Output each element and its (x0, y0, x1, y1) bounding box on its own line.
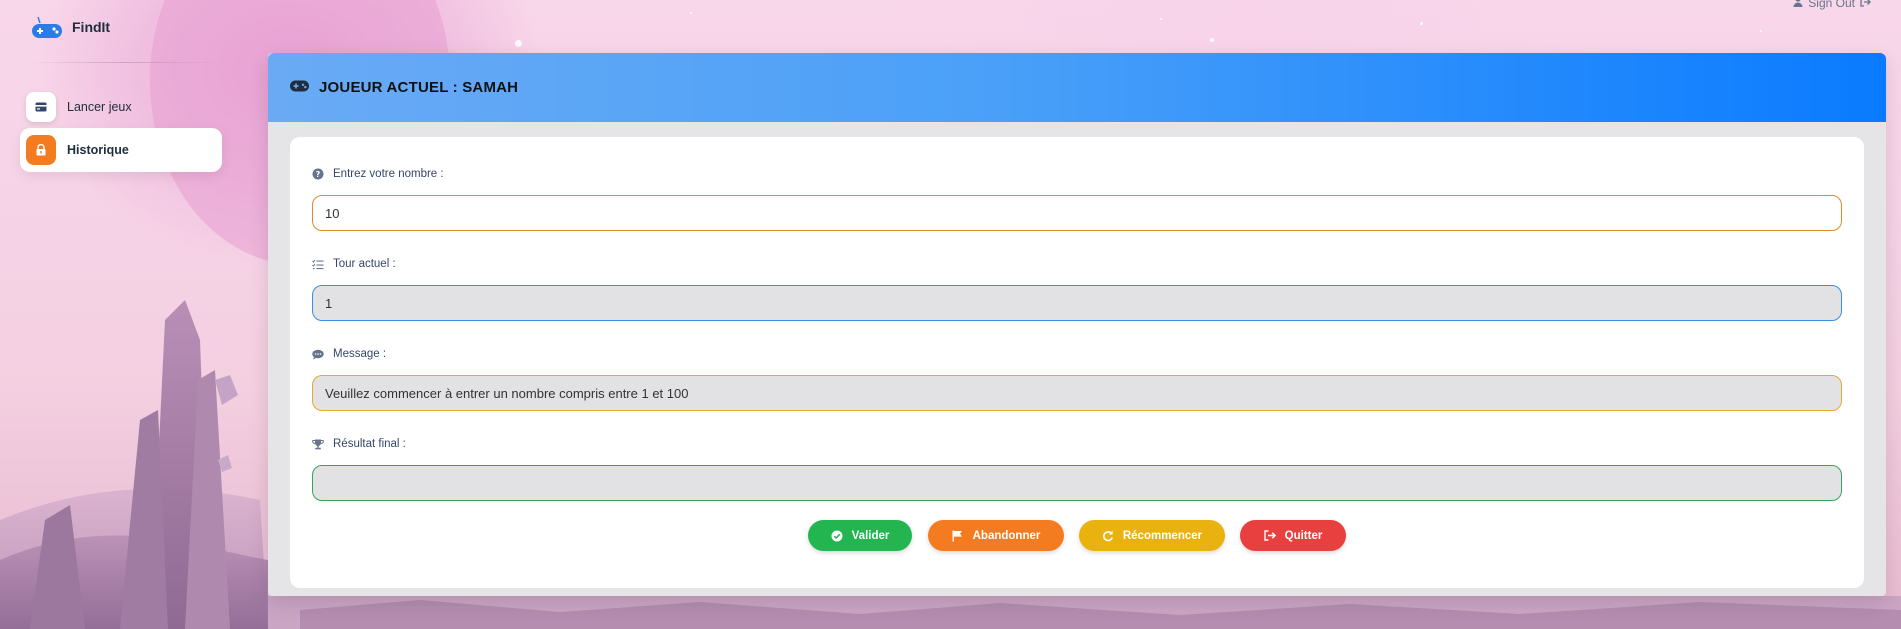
question-circle-icon: ? (312, 168, 324, 180)
abandon-button-label: Abandonner (972, 529, 1041, 542)
sign-out-label: Sign Out (1808, 0, 1855, 10)
game-panel: JOUEUR ACTUEL : SAMAH ? Entrez votre nom… (268, 53, 1886, 596)
lock-icon (26, 135, 56, 165)
svg-text:?: ? (316, 170, 321, 179)
sidebar-item-historique[interactable]: Historique (20, 128, 222, 172)
page-title: JOUEUR ACTUEL : SAMAH (319, 79, 519, 96)
sidebar-divider (26, 62, 222, 63)
list-check-icon (312, 258, 324, 270)
result-field-label: Résultat final : (333, 438, 406, 450)
check-circle-icon (831, 530, 843, 542)
sidebar-item-lancer-jeux[interactable]: Lancer jeux (20, 85, 222, 129)
message-field-label: Message : (333, 348, 387, 360)
flag-icon (952, 530, 964, 542)
game-form-card: ? Entrez votre nombre : 10 Tour actuel :… (290, 137, 1864, 588)
quit-button-label: Quitter (1284, 529, 1323, 542)
sign-out-link[interactable]: Sign Out (1793, 0, 1871, 10)
card-icon (26, 92, 56, 122)
action-buttons: Valider Abandonner Récommencer Quitter (290, 520, 1864, 552)
user-icon (1793, 0, 1803, 10)
brand-name: FindIt (72, 19, 111, 35)
brand[interactable]: FindIt (30, 14, 110, 40)
number-input[interactable]: 10 (312, 195, 1842, 231)
validate-button[interactable]: Valider (808, 520, 912, 551)
redo-icon (1102, 530, 1114, 542)
quit-button[interactable]: Quitter (1240, 520, 1346, 551)
restart-button-label: Récommencer (1122, 529, 1203, 542)
sidebar-item-label: Lancer jeux (67, 100, 132, 114)
comment-icon (312, 348, 324, 360)
number-field-group: ? Entrez votre nombre : 10 (312, 166, 1842, 231)
turn-field-group: Tour actuel : 1 (312, 256, 1842, 321)
message-field-group: Message : Veuillez commencer à entrer un… (312, 346, 1842, 411)
sign-out-icon (1860, 0, 1871, 10)
number-field-label: Entrez votre nombre : (333, 168, 444, 180)
message-display: Veuillez commencer à entrer un nombre co… (312, 375, 1842, 411)
restart-button[interactable]: Récommencer (1079, 520, 1225, 551)
panel-header: JOUEUR ACTUEL : SAMAH (268, 53, 1886, 122)
result-field-group: Résultat final : (312, 436, 1842, 501)
validate-button-label: Valider (851, 529, 890, 542)
trophy-icon (312, 438, 324, 450)
turn-field-label: Tour actuel : (333, 258, 396, 270)
turn-display: 1 (312, 285, 1842, 321)
gamepad-icon (290, 79, 309, 97)
result-display (312, 465, 1842, 501)
abandon-button[interactable]: Abandonner (928, 520, 1064, 551)
gamepad-logo-icon (30, 14, 64, 40)
sidebar-item-label: Historique (67, 143, 129, 157)
sign-out-icon (1263, 530, 1276, 542)
